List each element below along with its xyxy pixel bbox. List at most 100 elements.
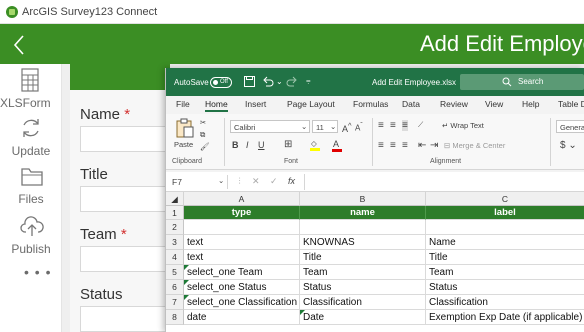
table-cell[interactable]: Status <box>426 280 584 295</box>
bold-button[interactable]: B <box>232 140 239 150</box>
row-header[interactable]: 4 <box>166 250 184 265</box>
search-box[interactable]: Search <box>460 74 584 90</box>
sidebar-item-publish[interactable]: Publish <box>0 212 62 260</box>
sidebar-item-files[interactable]: Files <box>0 162 62 210</box>
column-header[interactable]: B <box>300 192 426 206</box>
underline-button[interactable]: U <box>258 140 265 150</box>
table-cell[interactable]: Title <box>300 250 426 265</box>
wrap-text-button[interactable]: ↵ Wrap Text <box>442 121 484 130</box>
row-header[interactable]: 2 <box>166 220 184 235</box>
row-header[interactable]: 8 <box>166 310 184 325</box>
table-cell[interactable]: KNOWNAS <box>300 235 426 250</box>
tab-help[interactable]: Help <box>522 99 539 109</box>
paste-button[interactable]: Paste <box>174 118 196 149</box>
table-cell[interactable]: date <box>184 310 300 325</box>
paste-label: Paste <box>174 140 194 149</box>
table-cell[interactable] <box>300 220 426 235</box>
enter-icon[interactable]: ✓ <box>270 176 278 187</box>
more-options-button[interactable]: • • • <box>24 264 51 280</box>
select-all-corner[interactable]: ◢ <box>166 192 184 206</box>
row-header[interactable]: 5 <box>166 265 184 280</box>
table-cell[interactable]: Team <box>300 265 426 280</box>
format-painter-icon[interactable]: 🖌 <box>200 142 210 151</box>
table-cell[interactable]: select_one Team <box>184 265 300 280</box>
table-cell[interactable]: Name <box>426 235 584 250</box>
customize-toolbar-icon[interactable]: ⩦ <box>306 76 311 86</box>
number-format-select[interactable]: Genera <box>556 120 584 133</box>
table-cell[interactable]: name <box>300 206 426 220</box>
row-header[interactable]: 3 <box>166 235 184 250</box>
table-cell[interactable]: Team <box>426 265 584 280</box>
align-top-icon[interactable]: ≡ <box>378 120 384 131</box>
table-cell[interactable]: Exemption Exp Date (if applicable) <box>426 310 584 325</box>
team-field[interactable] <box>80 246 172 272</box>
copy-icon[interactable]: ⧉ <box>200 130 205 140</box>
borders-icon[interactable]: ⊞ <box>284 139 292 150</box>
cancel-icon[interactable]: ✕ <box>252 176 260 187</box>
increase-font-icon[interactable]: A^ <box>342 121 352 134</box>
tab-table-design[interactable]: Table D <box>558 99 584 109</box>
table-cell[interactable]: Classification <box>426 295 584 310</box>
sidebar-item-update[interactable]: Update <box>0 114 62 162</box>
save-icon[interactable] <box>244 76 255 87</box>
table-cell[interactable]: Date <box>300 310 426 325</box>
file-name: Add Edit Employee.xlsx ⌄ <box>372 78 465 87</box>
font-color-icon[interactable]: A <box>332 139 342 152</box>
table-cell[interactable]: Status <box>300 280 426 295</box>
back-button[interactable] <box>10 30 32 56</box>
column-header[interactable]: A <box>184 192 300 206</box>
fill-color-icon[interactable]: ◇ <box>310 139 320 151</box>
undo-icon[interactable] <box>262 76 274 87</box>
insert-function-button[interactable]: fx <box>288 176 295 186</box>
table-cell[interactable]: select_one Status <box>184 280 300 295</box>
undo-dropdown-icon[interactable]: ⌄ <box>276 77 283 86</box>
column-header[interactable]: C <box>426 192 584 206</box>
name-box[interactable]: F7 ⌄ <box>168 175 228 189</box>
ribbon-separator <box>372 118 373 166</box>
tab-page-layout[interactable]: Page Layout <box>287 99 335 109</box>
title-field[interactable] <box>80 186 172 212</box>
align-middle-icon[interactable]: ≡ <box>390 120 396 131</box>
tab-home[interactable]: Home <box>205 99 228 112</box>
align-bottom-icon[interactable]: ≡ <box>402 120 408 131</box>
tab-formulas[interactable]: Formulas <box>353 99 388 109</box>
name-field[interactable] <box>80 126 172 152</box>
font-size-select[interactable]: 11 ⌄ <box>312 120 338 133</box>
table-cell[interactable]: label <box>426 206 584 220</box>
table-cell[interactable] <box>426 220 584 235</box>
table-cell[interactable] <box>184 220 300 235</box>
redo-icon[interactable] <box>286 76 298 87</box>
orientation-icon[interactable]: ⟋ <box>418 120 423 130</box>
field-label-title: Title <box>80 166 108 183</box>
sidebar-item-xlsform[interactable]: XLSForm <box>0 66 62 114</box>
autosave-toggle[interactable]: Off <box>210 77 232 88</box>
align-left-icon[interactable]: ≡ <box>378 140 384 151</box>
row-header[interactable]: 6 <box>166 280 184 295</box>
tab-insert[interactable]: Insert <box>245 99 266 109</box>
decrease-font-icon[interactable]: Aˇ <box>355 122 363 133</box>
tab-review[interactable]: Review <box>440 99 468 109</box>
table-cell[interactable]: text <box>184 250 300 265</box>
align-center-icon[interactable]: ≡ <box>390 140 396 151</box>
table-cell[interactable]: select_one Classification <box>184 295 300 310</box>
currency-icon[interactable]: $ ⌄ <box>560 140 577 151</box>
table-cell[interactable]: type <box>184 206 300 220</box>
font-name-value: Calibri <box>234 123 256 132</box>
tab-view[interactable]: View <box>485 99 503 109</box>
increase-indent-icon[interactable]: ⇥ <box>430 140 438 151</box>
table-cell[interactable]: text <box>184 235 300 250</box>
row-header[interactable]: 1 <box>166 206 184 220</box>
formula-input[interactable] <box>304 174 584 190</box>
tab-file[interactable]: File <box>176 99 190 109</box>
cut-icon[interactable]: ✂ <box>200 118 206 127</box>
table-cell[interactable]: Classification <box>300 295 426 310</box>
status-field[interactable] <box>80 306 172 332</box>
table-cell[interactable]: Title <box>426 250 584 265</box>
decrease-indent-icon[interactable]: ⇤ <box>418 140 426 151</box>
font-name-select[interactable]: Calibri ⌄ <box>230 120 310 133</box>
merge-center-button[interactable]: ⊟ Merge & Center <box>444 141 505 150</box>
tab-data[interactable]: Data <box>402 99 420 109</box>
italic-button[interactable]: I <box>246 140 249 150</box>
align-right-icon[interactable]: ≡ <box>402 140 408 151</box>
row-header[interactable]: 7 <box>166 295 184 310</box>
